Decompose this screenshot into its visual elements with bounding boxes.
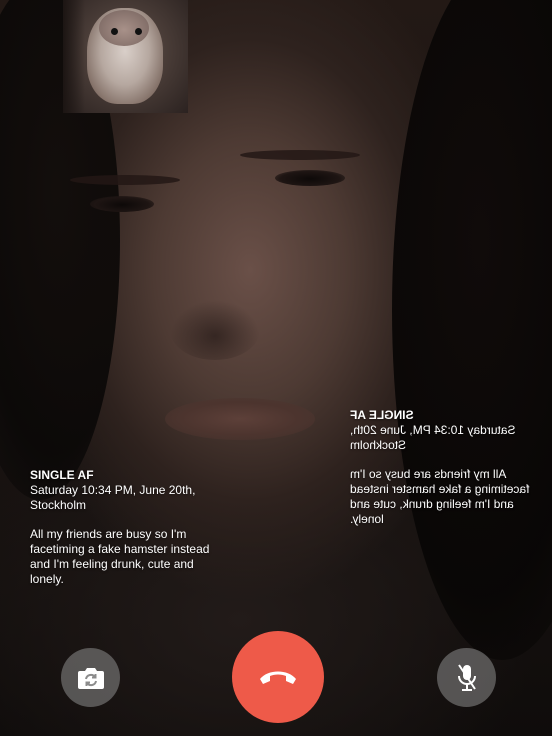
mirrored-caption-meta-line2: Stockholm [350,438,407,452]
caption-title: SINGLE AF [30,468,94,482]
camera-flip-icon [77,667,104,689]
mirrored-caption-title: SINGLE AF [350,408,414,422]
caption-body: All my friends are busy so I'm facetimin… [30,527,210,586]
mute-button[interactable] [437,648,496,707]
microphone-off-icon [457,663,476,691]
phone-hangup-icon [260,671,296,684]
lips [165,398,315,440]
hamster-eye-left [111,28,118,35]
right-eyebrow [240,150,360,160]
caption-overlay: SINGLE AF Saturday 10:34 PM, June 20th, … [30,468,230,587]
hair-shadow-right [392,0,552,660]
hamster-eye-right [135,28,142,35]
caption-overlay-mirrored: SINGLE AF Saturday 10:34 PM, June 20th, … [350,408,530,527]
nose-shadow [170,300,260,360]
mirrored-caption-body: All my friends are busy so I'm facetimin… [350,467,530,526]
left-eyebrow [70,175,180,185]
mirrored-caption-meta-line1: Saturday 10:34 PM, June 20th, [350,423,516,437]
hamster-head [99,10,149,46]
end-call-button[interactable] [232,631,324,723]
self-view-preview[interactable] [63,0,188,113]
right-eye [275,170,345,186]
flip-camera-button[interactable] [61,648,120,707]
left-eye [90,196,154,212]
caption-meta-line2: Stockholm [30,498,87,512]
caption-meta-line1: Saturday 10:34 PM, June 20th, [30,483,196,497]
